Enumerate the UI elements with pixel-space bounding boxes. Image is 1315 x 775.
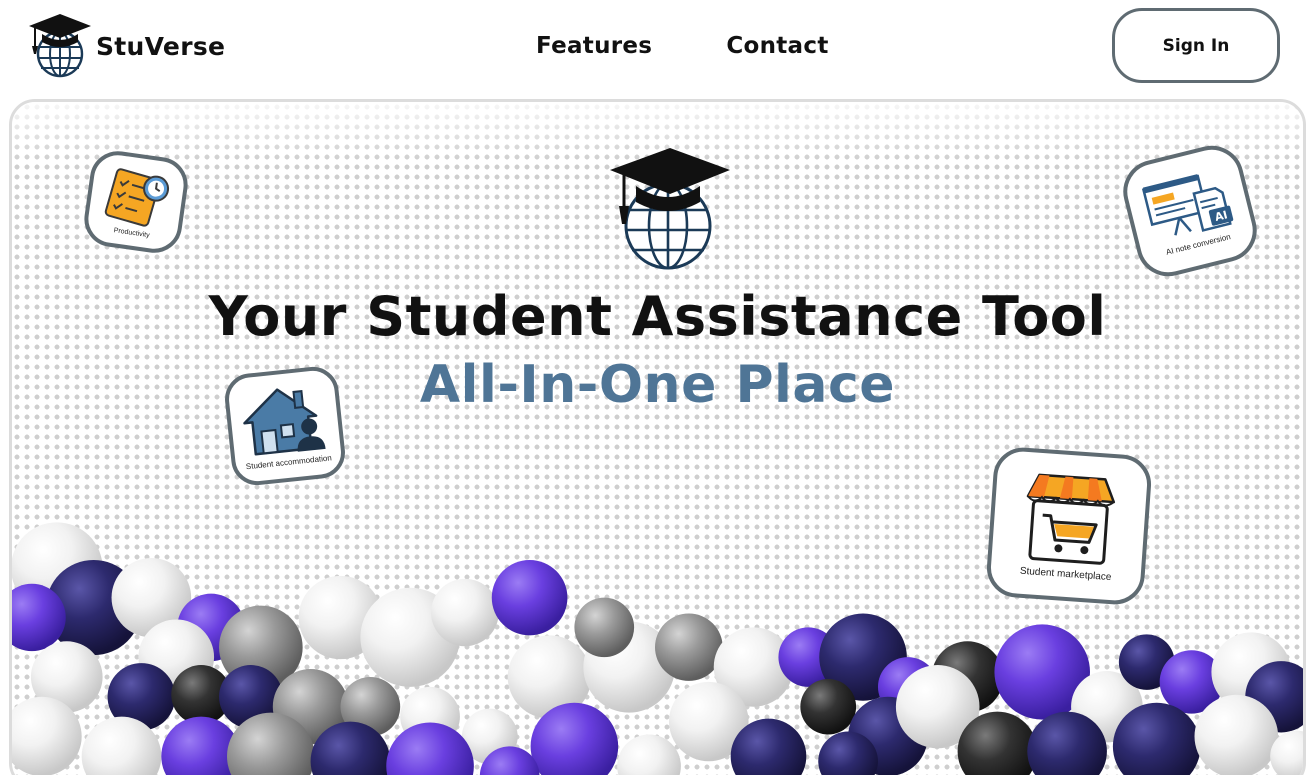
decorative-ball [386,722,474,775]
graduation-cap-globe-icon [610,148,730,270]
decorative-ball [713,627,794,707]
decorative-ball [1211,632,1292,712]
decorative-ball [272,669,349,745]
hero-section: Your Student Assistance Tool All-In-One … [9,99,1306,775]
brand-name: StuVerse [96,32,226,61]
decorative-ball [219,665,283,729]
decorative-ball [530,702,619,775]
decorative-ball [730,718,807,775]
decorative-ball [1270,730,1303,775]
brand-home-link[interactable]: StuVerse [28,12,225,78]
nav-link-features[interactable]: Features [536,33,652,59]
decorative-ball [298,575,383,660]
decorative-ball [1071,671,1143,743]
decorative-ball [12,522,103,614]
decorative-ball [617,734,681,775]
decorative-ball [1159,650,1224,714]
decorative-ball [800,678,857,735]
decorative-ball [30,641,103,713]
decorative-ball [479,746,540,775]
decorative-ball [177,593,245,662]
shop-cart-icon [1026,473,1116,565]
decorative-ball [848,696,928,775]
decorative-ball [45,559,142,656]
decorative-ball [138,619,215,695]
sign-in-button[interactable]: Sign In [1112,8,1280,83]
feature-card-productivity[interactable]: Productivity [80,147,192,257]
main-nav: Features Contact [536,33,829,59]
decorative-ball [12,696,82,775]
decorative-ball [931,641,1004,713]
decorative-ball [107,663,176,731]
decorative-ball [818,731,878,775]
decorative-ball [491,559,568,636]
decorative-ball [400,686,460,747]
decorative-ball [668,681,749,762]
decorative-ball [957,711,1038,775]
decorative-ball [360,587,460,687]
decorative-ball [340,676,401,737]
decorative-ball [81,716,162,775]
decorative-ball [1245,661,1303,733]
decorative-ball [994,624,1090,720]
feature-card-student-marketplace[interactable]: Student marketplace [984,445,1154,607]
decorative-ball [171,665,231,725]
decorative-ball [1194,694,1279,775]
graduation-cap-globe-icon [29,14,91,78]
decorative-ball [219,605,303,689]
decorative-ball [1027,711,1107,775]
decorative-ball [111,558,192,638]
decorative-ball [1118,634,1175,690]
nav-link-contact[interactable]: Contact [726,33,828,59]
checklist-clock-icon [104,167,170,227]
decorative-ball [819,613,907,701]
decorative-ball [161,716,241,775]
decorative-ball [877,657,938,717]
feature-card-ai-note-conversion[interactable]: AI AI note conversion [1116,138,1264,284]
decorative-ball [895,665,980,749]
feature-card-student-accommodation[interactable]: Student accommodation [222,364,348,488]
decorative-ball [778,627,839,687]
decorative-ball [507,635,592,719]
house-person-icon [243,388,326,456]
decorative-ball [227,712,315,775]
hero-title: Your Student Assistance Tool [208,285,1107,348]
decorative-ball [1112,702,1201,775]
decorative-ball [310,721,391,775]
decorative-ball [583,621,675,713]
decorative-ball [431,578,499,647]
decorative-ball [12,583,66,652]
feature-card-label: Student marketplace [1019,565,1112,583]
hero-subtitle: All-In-One Place [419,355,896,415]
decorative-ball [655,613,723,681]
decorative-ball [574,597,635,658]
decorative-ball [461,708,518,765]
top-navbar: StuVerse Features Contact Sign In [0,0,1315,96]
